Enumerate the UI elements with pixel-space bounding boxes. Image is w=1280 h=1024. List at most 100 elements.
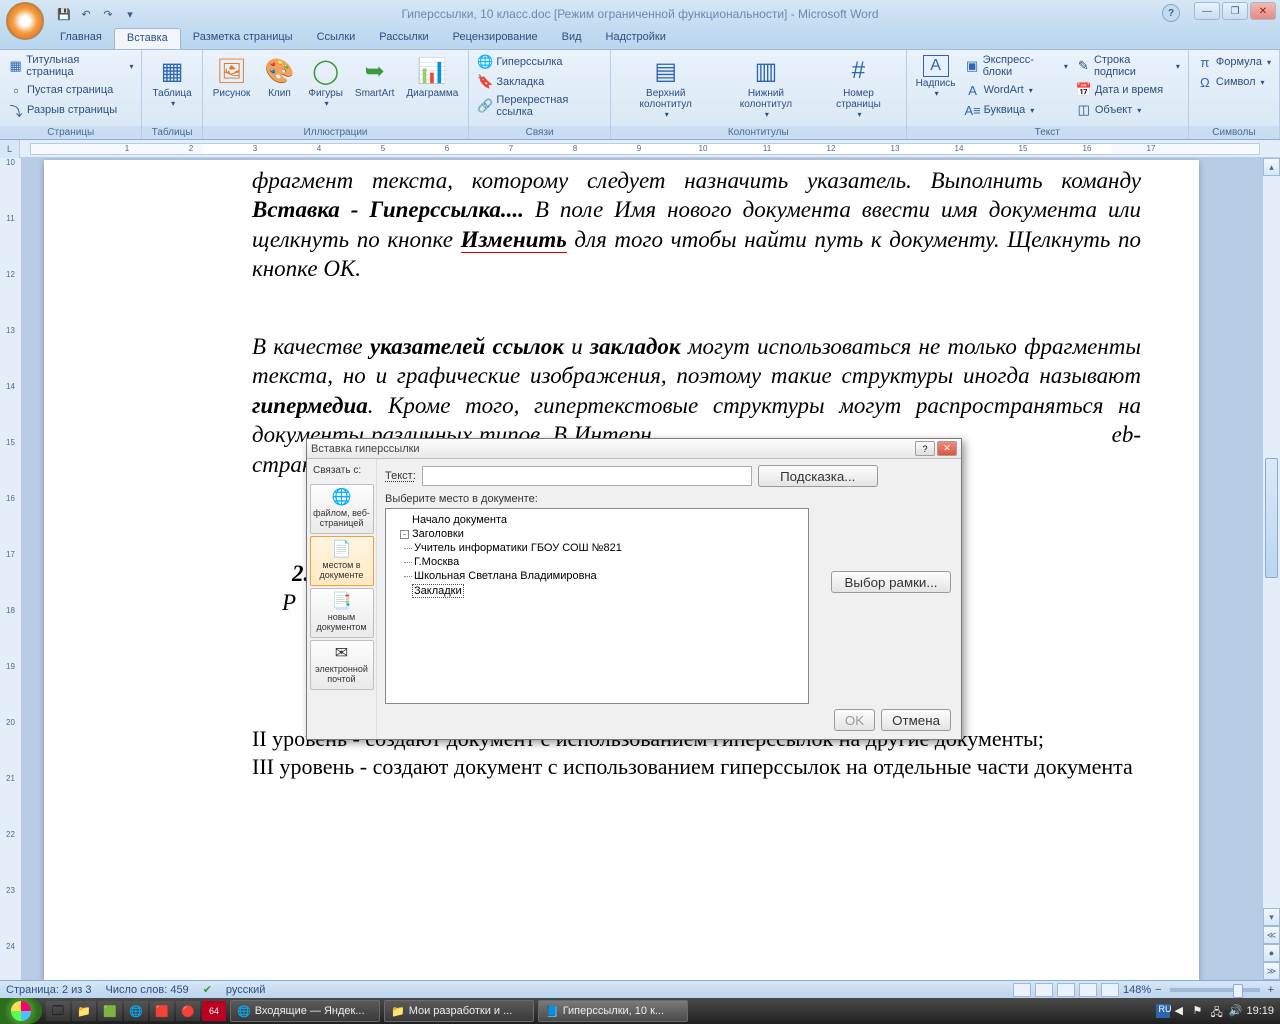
header-button[interactable]: ▤Верхний колонтитул (617, 53, 715, 121)
place-tree[interactable]: Начало документа -Заголовки Учитель инфо… (385, 508, 809, 704)
tray-arrow-icon[interactable]: ◀ (1174, 1004, 1188, 1018)
tab-home[interactable]: Главная (48, 28, 114, 49)
tab-addins[interactable]: Надстройки (594, 28, 678, 49)
tab-insert[interactable]: Вставка (114, 28, 181, 49)
view-full-screen[interactable] (1035, 983, 1053, 997)
minimize-button[interactable]: — (1194, 2, 1220, 20)
tab-page-layout[interactable]: Разметка страницы (181, 28, 305, 49)
tray-network-icon[interactable]: 🖧 (1210, 1004, 1224, 1018)
tray-lang[interactable]: RU (1156, 1004, 1170, 1018)
office-button[interactable] (6, 2, 44, 40)
tree-top[interactable]: Начало документа (400, 513, 802, 527)
tree-bookmarks[interactable]: Закладки (400, 583, 802, 599)
linkto-file-button[interactable]: 🌐файлом, веб-страницей (310, 484, 374, 534)
tree-h3[interactable]: Школьная Светлана Владимировна (414, 569, 802, 583)
taskbar-pin-7[interactable]: 64 (202, 1001, 226, 1021)
wordart-button[interactable]: AWordArt (963, 81, 1070, 99)
hyperlink-button[interactable]: 🌐Гиперссылка (475, 53, 603, 71)
zoom-slider[interactable] (1170, 988, 1260, 992)
qat-customize[interactable]: ▾ (120, 4, 140, 24)
status-page[interactable]: Страница: 2 из 3 (6, 984, 92, 996)
cancel-button[interactable]: Отмена (881, 709, 951, 731)
status-words[interactable]: Число слов: 459 (106, 984, 189, 996)
view-draft[interactable] (1101, 983, 1119, 997)
smartart-button[interactable]: ➥SmartArt (351, 53, 398, 101)
close-button[interactable]: ✕ (1250, 2, 1276, 20)
tab-selector[interactable]: L (0, 140, 20, 158)
table-button[interactable]: ▦Таблица (148, 53, 195, 110)
zoom-out-button[interactable]: − (1155, 984, 1161, 996)
qat-save[interactable]: 💾 (54, 4, 74, 24)
quickparts-button[interactable]: ▣Экспресс-блоки (963, 53, 1070, 79)
sigline-button[interactable]: ✎Строка подписи (1074, 53, 1182, 79)
taskbar-task-3[interactable]: 📘Гиперссылки, 10 к... (538, 1000, 688, 1022)
browse-object-button[interactable]: ● (1263, 944, 1280, 962)
blank-page-button[interactable]: ▫Пустая страница (6, 81, 135, 99)
qat-redo[interactable]: ↷ (98, 4, 118, 24)
chart-button[interactable]: 📊Диаграмма (402, 53, 462, 101)
collapse-icon[interactable]: - (400, 530, 409, 539)
tab-review[interactable]: Рецензирование (441, 28, 550, 49)
restore-button[interactable]: ❐ (1222, 2, 1248, 20)
next-page-button[interactable]: ≫ (1263, 962, 1280, 980)
scroll-up-button[interactable]: ▴ (1263, 158, 1280, 176)
textbox-button[interactable]: AНадпись (913, 53, 959, 100)
cover-page-button[interactable]: ▦Титульная страница (6, 53, 135, 79)
ruler-vertical[interactable]: 101112131415161718192021222324 (0, 158, 22, 980)
view-web[interactable] (1057, 983, 1075, 997)
taskbar-task-1[interactable]: 🌐Входящие — Яндек... (230, 1000, 380, 1022)
taskbar-pin-5[interactable]: 🟥 (150, 1001, 174, 1021)
shapes-button[interactable]: ◯Фигуры (304, 53, 346, 110)
dropcap-button[interactable]: A≡Буквица (963, 101, 1070, 119)
text-input[interactable] (422, 466, 752, 486)
pagenum-button[interactable]: #Номер страницы (817, 53, 899, 121)
help-button[interactable]: ? (1162, 4, 1180, 22)
crossref-button[interactable]: 🔗Перекрестная ссылка (475, 93, 603, 119)
linkto-email-button[interactable]: ✉электронной почтой (310, 640, 374, 690)
screentip-button[interactable]: Подсказка... (758, 465, 878, 487)
scroll-thumb[interactable] (1265, 458, 1278, 578)
object-button[interactable]: ◫Объект (1074, 101, 1182, 119)
linkto-place-button[interactable]: 📄местом в документе (310, 536, 374, 586)
equation-button[interactable]: πФормула (1195, 53, 1273, 71)
taskbar-pin-2[interactable]: 📁 (72, 1001, 96, 1021)
vertical-scrollbar[interactable]: ▴ ▾ ≪ ● ≫ (1262, 158, 1280, 980)
ruler-horizontal[interactable]: L 1234567891011121314151617 (0, 140, 1280, 158)
tray-flag-icon[interactable]: ⚑ (1192, 1004, 1206, 1018)
tree-h2[interactable]: Г.Москва (414, 555, 802, 569)
target-frame-button[interactable]: Выбор рамки... (831, 571, 951, 593)
dialog-close-button[interactable]: ✕ (937, 441, 957, 456)
taskbar-task-2[interactable]: 📁Мои разработки и ... (384, 1000, 534, 1022)
tab-references[interactable]: Ссылки (305, 28, 368, 49)
linkto-newdoc-button[interactable]: 📑новым документом (310, 588, 374, 638)
clip-button[interactable]: 🎨Клип (258, 53, 300, 101)
dialog-help-button[interactable]: ? (915, 441, 935, 456)
view-outline[interactable] (1079, 983, 1097, 997)
tree-h1[interactable]: Учитель информатики ГБОУ СОШ №821 (414, 541, 802, 555)
bookmark-button[interactable]: 🔖Закладка (475, 73, 603, 91)
status-language[interactable]: русский (226, 984, 265, 996)
symbol-button[interactable]: ΩСимвол (1195, 73, 1273, 91)
taskbar-pin-1[interactable]: 🗔 (46, 1001, 70, 1021)
taskbar-pin-6[interactable]: 🔴 (176, 1001, 200, 1021)
datetime-button[interactable]: 📅Дата и время (1074, 81, 1182, 99)
picture-button[interactable]: 🖼Рисунок (209, 53, 255, 101)
footer-button[interactable]: ▥Нижний колонтитул (719, 53, 814, 121)
start-button[interactable] (0, 998, 42, 1024)
zoom-in-button[interactable]: + (1268, 984, 1274, 996)
scroll-down-button[interactable]: ▾ (1263, 908, 1280, 926)
page-break-button[interactable]: ⤵Разрыв страницы (6, 101, 135, 119)
tab-mailings[interactable]: Рассылки (367, 28, 440, 49)
status-proof-icon[interactable]: ✔ (203, 983, 212, 996)
tray-clock[interactable]: 19:19 (1246, 1005, 1274, 1017)
view-print-layout[interactable] (1013, 983, 1031, 997)
tab-view[interactable]: Вид (550, 28, 594, 49)
tray-volume-icon[interactable]: 🔊 (1228, 1004, 1242, 1018)
taskbar-pin-3[interactable]: 🟩 (98, 1001, 122, 1021)
taskbar-pin-4[interactable]: 🌐 (124, 1001, 148, 1021)
zoom-level[interactable]: 148% (1123, 984, 1151, 996)
qat-undo[interactable]: ↶ (76, 4, 96, 24)
symbol-icon: Ω (1197, 74, 1213, 90)
tree-headings[interactable]: -Заголовки (400, 527, 802, 541)
prev-page-button[interactable]: ≪ (1263, 926, 1280, 944)
